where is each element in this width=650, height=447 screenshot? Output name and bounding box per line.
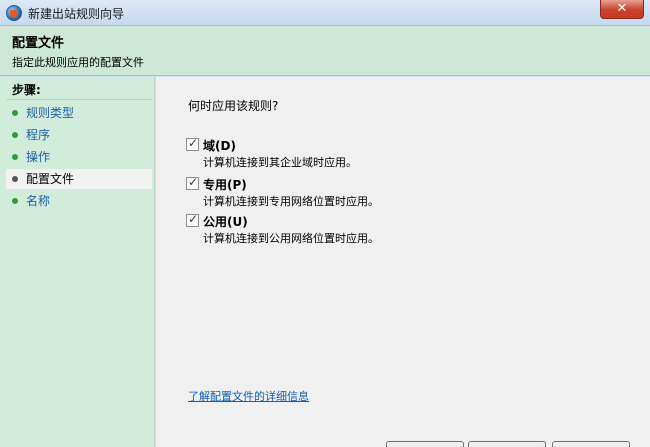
window-title: 新建出站规则向导 (28, 7, 125, 21)
bullet-icon (12, 132, 18, 138)
cancel-button[interactable] (552, 441, 630, 447)
bullet-icon (12, 154, 18, 160)
sidebar-item-label: 规则类型 (26, 106, 75, 120)
domain-label[interactable]: 域(D) (203, 137, 236, 154)
next-button[interactable] (468, 441, 546, 447)
option-private: 专用(P) 计算机连接到专用网络位置时应用。 (186, 175, 586, 210)
domain-checkbox[interactable] (186, 136, 199, 151)
steps-label: 步骤: (12, 83, 41, 97)
sidebar-item-profile[interactable]: 配置文件 (6, 169, 152, 189)
back-button[interactable] (386, 441, 464, 447)
private-description: 计算机连接到专用网络位置时应用。 (203, 195, 379, 208)
bullet-icon (12, 110, 18, 116)
main-panel: 何时应用该规则? 域(D) 计算机连接到其企业域时应用。 专用(P) 计算机连接… (156, 77, 650, 447)
learn-more-link[interactable]: 了解配置文件的详细信息 (188, 388, 309, 404)
bullet-icon (12, 176, 18, 182)
page-description: 指定此规则应用的配置文件 (12, 56, 144, 69)
public-description: 计算机连接到公用网络位置时应用。 (203, 232, 379, 245)
page-title: 配置文件 (12, 36, 65, 51)
sidebar-item-label: 操作 (26, 150, 51, 164)
public-label[interactable]: 公用(U) (203, 213, 248, 230)
sidebar-item-rule-type[interactable]: 规则类型 (6, 103, 152, 123)
sidebar-item-program[interactable]: 程序 (6, 125, 152, 145)
public-checkbox[interactable] (186, 212, 199, 227)
bullet-icon (12, 198, 18, 204)
steps-sidebar: 步骤: 规则类型 程序 操作 配置文件 名称 (0, 77, 155, 447)
sidebar-item-action[interactable]: 操作 (6, 147, 152, 167)
sidebar-item-label: 程序 (26, 128, 51, 142)
option-domain: 域(D) 计算机连接到其企业域时应用。 (186, 136, 586, 171)
close-icon: ✕ (616, 1, 628, 16)
close-button[interactable]: ✕ (600, 0, 644, 19)
divider (6, 99, 152, 100)
sidebar-item-label: 名称 (26, 194, 51, 208)
sidebar-item-name[interactable]: 名称 (6, 191, 152, 211)
option-public: 公用(U) 计算机连接到公用网络位置时应用。 (186, 212, 586, 247)
private-label[interactable]: 专用(P) (203, 176, 247, 193)
question-text: 何时应用该规则? (188, 99, 279, 113)
private-checkbox[interactable] (186, 175, 199, 190)
title-bar: 新建出站规则向导 ✕ (0, 0, 650, 26)
domain-description: 计算机连接到其企业域时应用。 (203, 156, 357, 169)
sidebar-item-label: 配置文件 (26, 172, 75, 186)
wizard-header: 配置文件 指定此规则应用的配置文件 (0, 26, 650, 76)
firewall-icon (6, 5, 22, 21)
